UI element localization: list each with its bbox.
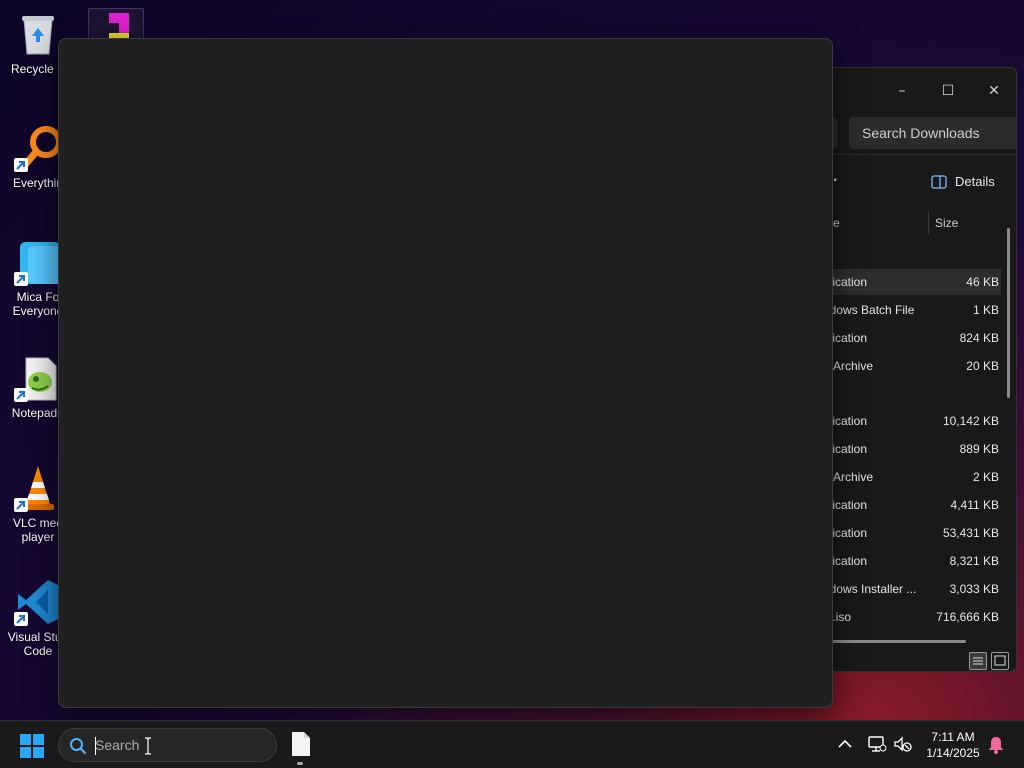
more-options-button[interactable]: · bbox=[833, 172, 838, 190]
file-size-cell: 716,666 KB bbox=[936, 610, 999, 624]
taskbar: Search 7:11 AM 1/14/2025 bbox=[0, 720, 1024, 768]
search-placeholder: Search bbox=[95, 737, 140, 753]
text-caret bbox=[95, 737, 96, 755]
file-size-cell: 8,321 KB bbox=[949, 554, 999, 568]
details-view-button[interactable] bbox=[969, 652, 987, 670]
search-icon bbox=[70, 738, 86, 754]
file-size-cell: 889 KB bbox=[959, 442, 999, 456]
running-app-indicator bbox=[297, 762, 303, 765]
close-button[interactable]: ✕ bbox=[971, 76, 1016, 106]
windows-logo-icon bbox=[20, 734, 44, 758]
shortcut-arrow-icon bbox=[14, 272, 28, 286]
file-size-cell: 46 KB bbox=[966, 275, 999, 289]
file-type-cell: ndows Installer ... bbox=[823, 582, 917, 596]
search-downloads-input[interactable]: Search Downloads bbox=[849, 117, 1016, 149]
horizontal-scrollbar[interactable] bbox=[821, 640, 966, 643]
shortcut-arrow-icon bbox=[14, 498, 28, 512]
clock-time: 7:11 AM bbox=[931, 730, 975, 744]
column-header-type[interactable]: e bbox=[833, 210, 840, 236]
maximize-button[interactable]: ☐ bbox=[925, 76, 971, 106]
file-size-cell: 1 KB bbox=[972, 303, 999, 317]
vertical-scrollbar[interactable] bbox=[1007, 228, 1010, 398]
network-icon[interactable] bbox=[867, 735, 887, 753]
shortcut-arrow-icon bbox=[14, 158, 28, 172]
toolbar-divider bbox=[801, 154, 1016, 155]
ibeam-cursor-icon bbox=[145, 737, 151, 755]
recycle-bin-icon bbox=[14, 10, 62, 58]
column-separator[interactable] bbox=[928, 212, 929, 234]
system-clock[interactable]: 7:11 AM 1/14/2025 bbox=[916, 729, 990, 761]
shortcut-arrow-icon bbox=[14, 612, 28, 626]
file-type-cell: Archive bbox=[833, 359, 874, 373]
file-size-cell: 10,142 KB bbox=[942, 414, 999, 428]
everything-search-icon bbox=[14, 124, 62, 172]
tiles-view-icon bbox=[994, 655, 1006, 666]
column-header-size[interactable]: Size bbox=[935, 210, 958, 236]
volume-muted-icon[interactable] bbox=[893, 735, 913, 753]
file-size-cell: 2 KB bbox=[972, 470, 999, 484]
details-pane-button[interactable]: Details bbox=[931, 174, 995, 189]
taskbar-app-notepad[interactable] bbox=[290, 731, 312, 757]
chevron-up-icon[interactable] bbox=[836, 735, 854, 753]
shortcut-arrow-icon bbox=[14, 388, 28, 402]
file-type-cell: ndows Batch File bbox=[823, 303, 915, 317]
notification-bell-icon[interactable] bbox=[986, 735, 1006, 755]
list-view-icon bbox=[973, 657, 983, 665]
file-size-cell: 4,411 KB bbox=[950, 498, 999, 512]
minimize-button[interactable]: – bbox=[879, 76, 925, 106]
search-flyout-panel bbox=[58, 38, 833, 708]
folder-icon bbox=[14, 238, 62, 286]
taskbar-search-box[interactable]: Search bbox=[58, 728, 277, 762]
file-size-cell: 3,033 KB bbox=[949, 582, 999, 596]
details-pane-icon bbox=[931, 174, 947, 189]
file-size-cell: 53,431 KB bbox=[942, 526, 999, 540]
document-icon bbox=[292, 732, 310, 756]
details-label: Details bbox=[955, 174, 995, 189]
large-icons-view-button[interactable] bbox=[991, 652, 1009, 670]
notepad-plus-plus-icon bbox=[14, 354, 62, 402]
file-size-cell: 20 KB bbox=[966, 359, 999, 373]
vscode-icon bbox=[14, 578, 62, 626]
clock-date: 1/14/2025 bbox=[926, 746, 980, 760]
file-type-cell: Archive bbox=[833, 470, 874, 484]
file-size-cell: 824 KB bbox=[959, 331, 999, 345]
tetris-app-icon[interactable] bbox=[88, 8, 144, 40]
vlc-cone-icon bbox=[14, 464, 62, 512]
start-button[interactable] bbox=[20, 734, 44, 758]
